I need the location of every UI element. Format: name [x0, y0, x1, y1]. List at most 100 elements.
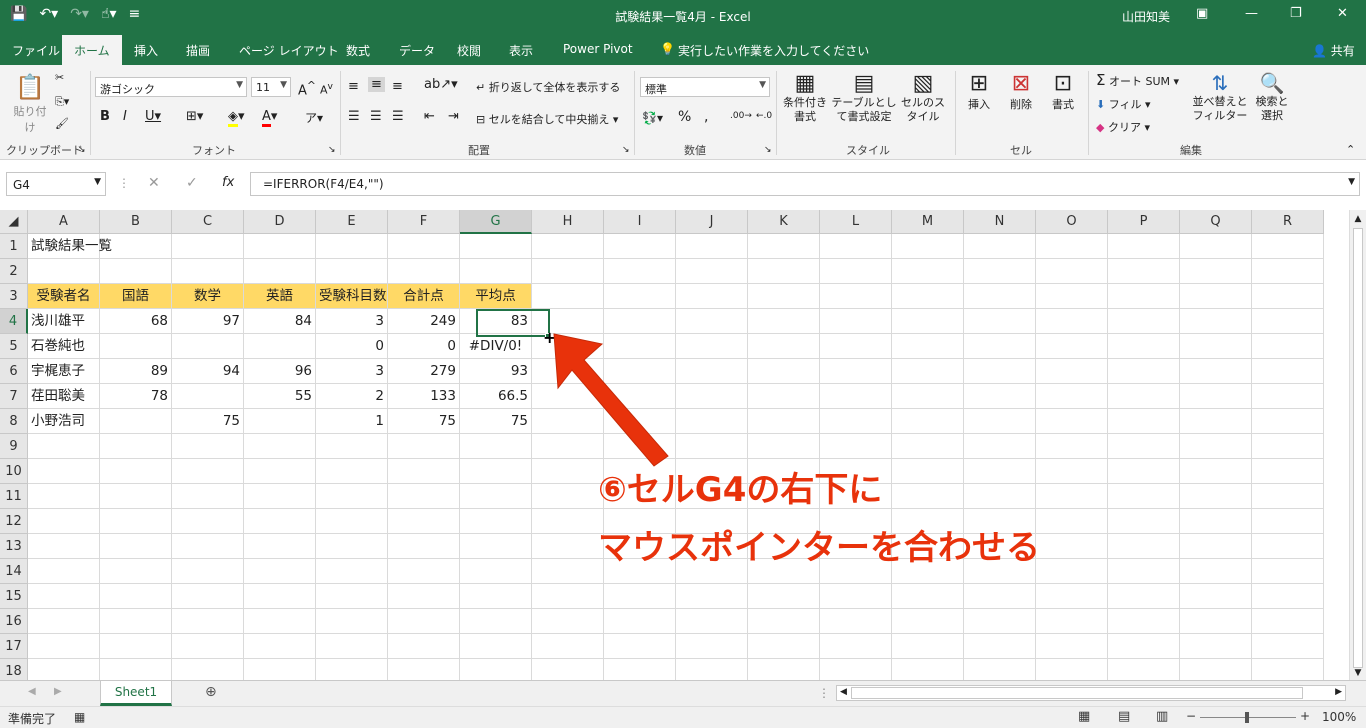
cell-B7[interactable]: 78	[100, 384, 172, 409]
row-header-6[interactable]: 6	[0, 359, 28, 384]
cell-E14[interactable]	[316, 559, 388, 584]
zoom-out-icon[interactable]: −	[1186, 709, 1196, 723]
cell-M3[interactable]	[892, 284, 964, 309]
cell-G11[interactable]	[460, 484, 532, 509]
cell-G14[interactable]	[460, 559, 532, 584]
increase-font-icon[interactable]: A^	[298, 79, 316, 98]
cell-E11[interactable]	[316, 484, 388, 509]
copy-icon[interactable]: ⎘▾	[55, 95, 69, 109]
cell-O5[interactable]	[1036, 334, 1108, 359]
cell-O16[interactable]	[1036, 609, 1108, 634]
cell-G12[interactable]	[460, 509, 532, 534]
cell-Q3[interactable]	[1180, 284, 1252, 309]
cell-Q15[interactable]	[1180, 584, 1252, 609]
cell-R7[interactable]	[1252, 384, 1324, 409]
cell-R3[interactable]	[1252, 284, 1324, 309]
cell-G17[interactable]	[460, 634, 532, 659]
accounting-format-icon[interactable]: 💱▾	[642, 111, 663, 125]
cell-B16[interactable]	[100, 609, 172, 634]
name-box[interactable]: G4 ▼	[6, 172, 106, 196]
cell-I2[interactable]	[604, 259, 676, 284]
cell-R12[interactable]	[1252, 509, 1324, 534]
cell-Q16[interactable]	[1180, 609, 1252, 634]
cell-J3[interactable]	[676, 284, 748, 309]
cell-C8[interactable]: 75	[172, 409, 244, 434]
cell-D16[interactable]	[244, 609, 316, 634]
decrease-decimal-icon[interactable]: ←.0	[756, 111, 772, 121]
cell-B4[interactable]: 68	[100, 309, 172, 334]
cell-C12[interactable]	[172, 509, 244, 534]
cell-B17[interactable]	[100, 634, 172, 659]
cell-O7[interactable]	[1036, 384, 1108, 409]
format-as-table-button[interactable]: ▤ テーブルとして書式設定	[830, 71, 898, 124]
tab-home[interactable]: ホーム	[62, 35, 122, 65]
cell-D17[interactable]	[244, 634, 316, 659]
merge-center-button[interactable]: ⊟ セルを結合して中央揃え ▾	[476, 111, 618, 127]
row-header-8[interactable]: 8	[0, 409, 28, 434]
cell-C17[interactable]	[172, 634, 244, 659]
bold-icon[interactable]: B	[100, 109, 110, 124]
cell-C6[interactable]: 94	[172, 359, 244, 384]
tab-formulas[interactable]: 数式	[346, 42, 370, 59]
cell-P10[interactable]	[1108, 459, 1180, 484]
cell-A6[interactable]: 宇梶恵子	[28, 359, 100, 384]
cell-A13[interactable]	[28, 534, 100, 559]
cell-Q7[interactable]	[1180, 384, 1252, 409]
align-top-icon[interactable]: ≡	[348, 79, 359, 94]
align-right-icon[interactable]: ☰	[392, 109, 404, 124]
cell-E16[interactable]	[316, 609, 388, 634]
fill-button[interactable]: ⬇ フィル ▾	[1096, 96, 1151, 112]
macro-record-icon[interactable]: ▦	[74, 710, 85, 724]
column-header-c[interactable]: C	[172, 210, 244, 234]
cell-D1[interactable]	[244, 234, 316, 259]
cell-P17[interactable]	[1108, 634, 1180, 659]
cell-I3[interactable]	[604, 284, 676, 309]
cell-O8[interactable]	[1036, 409, 1108, 434]
cell-F1[interactable]	[388, 234, 460, 259]
align-left-icon[interactable]: ☰	[348, 109, 360, 124]
cell-H11[interactable]	[532, 484, 604, 509]
column-header-f[interactable]: F	[388, 210, 460, 234]
cell-E9[interactable]	[316, 434, 388, 459]
cell-C16[interactable]	[172, 609, 244, 634]
normal-view-icon[interactable]: ▦	[1078, 709, 1090, 724]
cell-P13[interactable]	[1108, 534, 1180, 559]
cell-L15[interactable]	[820, 584, 892, 609]
cell-L9[interactable]	[820, 434, 892, 459]
dialog-launcher-icon[interactable]: ↘	[622, 145, 630, 155]
cell-O14[interactable]	[1036, 559, 1108, 584]
cell-M7[interactable]	[892, 384, 964, 409]
cell-P8[interactable]	[1108, 409, 1180, 434]
cell-B5[interactable]	[100, 334, 172, 359]
column-header-p[interactable]: P	[1108, 210, 1180, 234]
cell-I15[interactable]	[604, 584, 676, 609]
cell-L6[interactable]	[820, 359, 892, 384]
cell-Q14[interactable]	[1180, 559, 1252, 584]
scroll-left-icon[interactable]: ◀	[840, 687, 847, 697]
column-header-a[interactable]: A	[28, 210, 100, 234]
cell-O1[interactable]	[1036, 234, 1108, 259]
cell-L1[interactable]	[820, 234, 892, 259]
format-cells-button[interactable]: ⊡ 書式	[1046, 71, 1080, 112]
cell-R17[interactable]	[1252, 634, 1324, 659]
cell-L17[interactable]	[820, 634, 892, 659]
cell-G1[interactable]	[460, 234, 532, 259]
cell-M5[interactable]	[892, 334, 964, 359]
cell-E10[interactable]	[316, 459, 388, 484]
cell-F14[interactable]	[388, 559, 460, 584]
cell-N15[interactable]	[964, 584, 1036, 609]
align-middle-icon[interactable]: ≡	[368, 77, 385, 92]
cell-Q5[interactable]	[1180, 334, 1252, 359]
cell-O6[interactable]	[1036, 359, 1108, 384]
cell-F4[interactable]: 249	[388, 309, 460, 334]
sort-filter-button[interactable]: ⇅ 並べ替えとフィルター	[1192, 71, 1248, 123]
cell-O15[interactable]	[1036, 584, 1108, 609]
cell-A17[interactable]	[28, 634, 100, 659]
minimize-icon[interactable]: —	[1245, 6, 1258, 21]
column-header-j[interactable]: J	[676, 210, 748, 234]
cell-E6[interactable]: 3	[316, 359, 388, 384]
cell-D8[interactable]	[244, 409, 316, 434]
cell-A14[interactable]	[28, 559, 100, 584]
find-select-button[interactable]: 🔍 検索と選択	[1252, 71, 1292, 123]
dialog-launcher-icon[interactable]: ↘	[328, 145, 336, 155]
